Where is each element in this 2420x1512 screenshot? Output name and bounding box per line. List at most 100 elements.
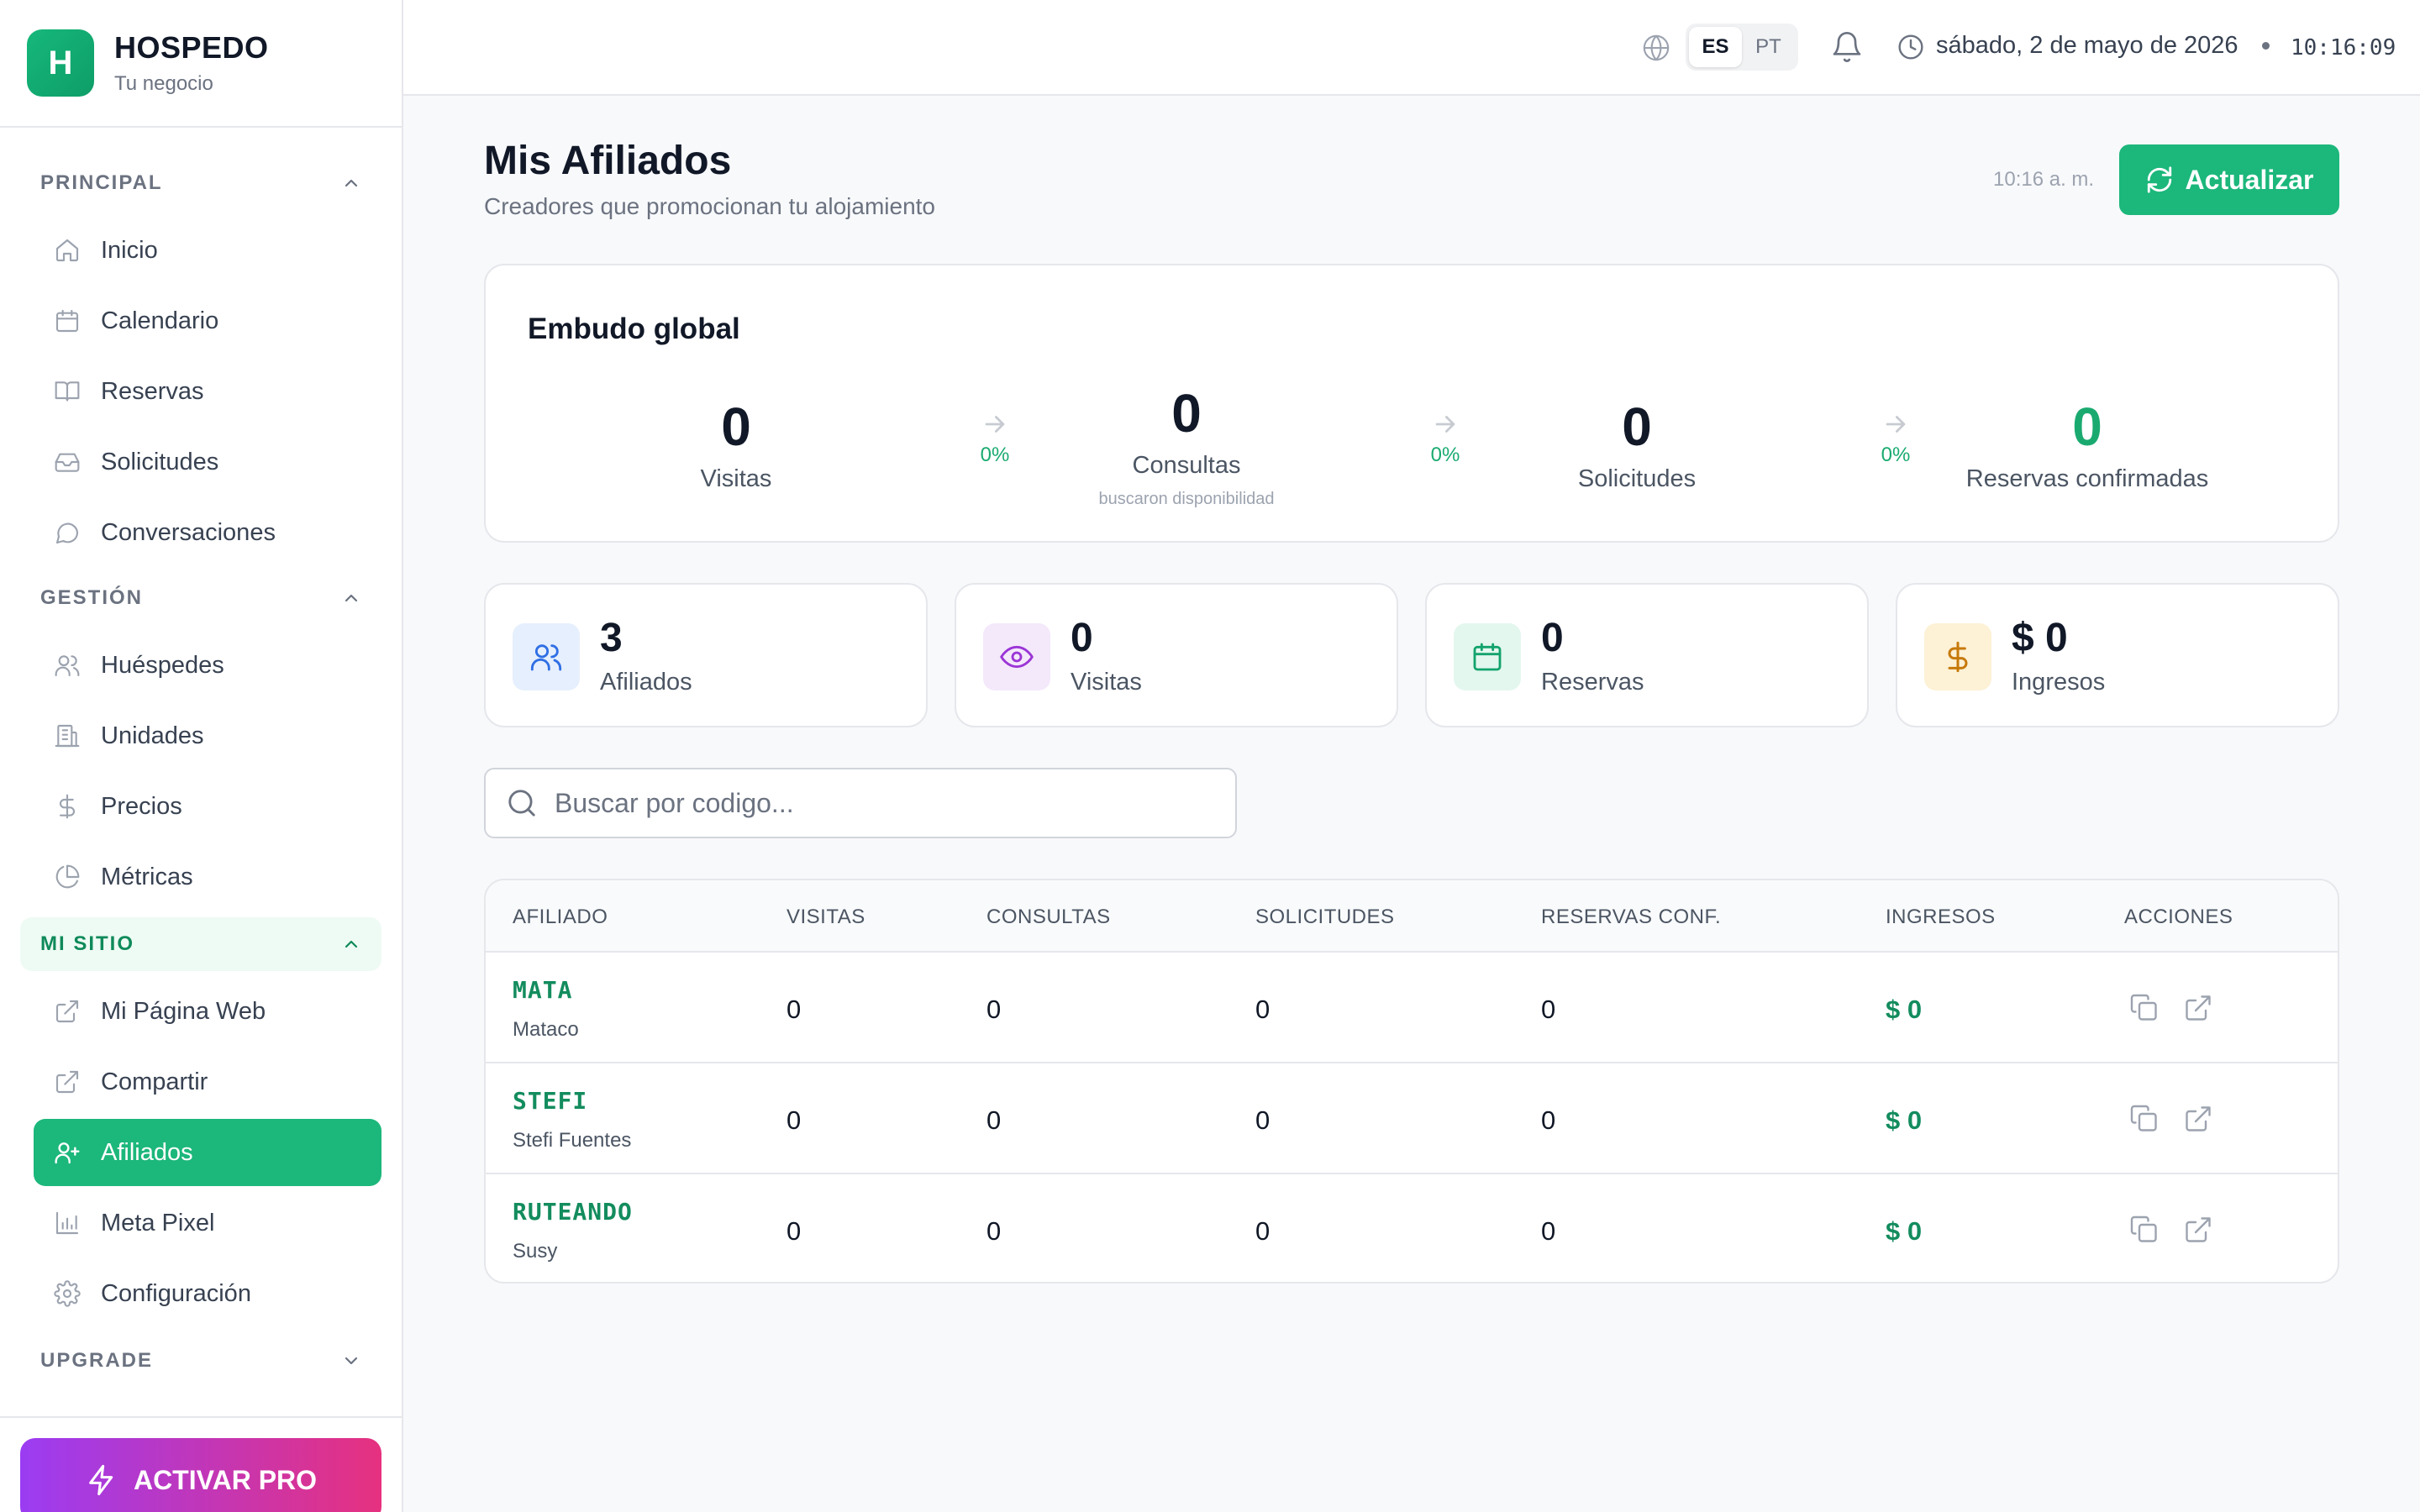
sidebar-item-precios[interactable]: Precios <box>34 773 381 840</box>
refresh-button[interactable]: Actualizar <box>2119 144 2339 215</box>
stat-card-ingresos: $ 0 Ingresos <box>1896 583 2339 727</box>
section-upgrade[interactable]: UPGRADE <box>20 1334 381 1388</box>
bell-icon[interactable] <box>1830 30 1864 64</box>
arrow-right-icon <box>985 416 1005 433</box>
cell-ingresos: $ 0 <box>1886 1105 1923 1135</box>
globe-icon <box>1643 34 1670 61</box>
sidebar-item-conversaciones[interactable]: Conversaciones <box>34 499 381 566</box>
sidebar-item-huespedes[interactable]: Huéspedes <box>34 632 381 699</box>
funnel-stage-visitas: 0 Visitas <box>568 400 904 493</box>
sidebar: H HOSPEDO Tu negocio PRINCIPAL Inicio Ca… <box>0 0 403 1512</box>
stat-icon-box <box>513 623 580 690</box>
cell-visitas: 0 <box>786 1216 802 1246</box>
external-link-icon[interactable] <box>2183 993 2213 1023</box>
section-gestion[interactable]: GESTIÓN <box>20 571 381 625</box>
share-icon <box>55 1070 79 1094</box>
brand-logo: H <box>27 29 94 97</box>
activate-pro-label: ACTIVAR PRO <box>133 1464 318 1495</box>
column-header: RESERVAS CONF. <box>1541 906 1722 928</box>
dollar-icon <box>59 794 75 819</box>
eye-icon <box>1000 645 1034 669</box>
lightning-icon <box>89 1464 113 1496</box>
search-input[interactable] <box>555 787 1210 819</box>
sidebar-item-compartir[interactable]: Compartir <box>34 1048 381 1116</box>
cell-ingresos: $ 0 <box>1886 995 1923 1024</box>
section-principal[interactable]: PRINCIPAL <box>20 156 381 210</box>
topbar: ES PT sábado, 2 de mayo de 2026 10:16:09 <box>403 0 2420 96</box>
stat-value: 0 <box>1541 616 1564 660</box>
cell-visitas: 0 <box>786 1105 802 1135</box>
copy-icon[interactable] <box>2129 993 2160 1023</box>
affiliate-code[interactable]: STEFI <box>513 1087 587 1115</box>
language-pt-button[interactable]: PT <box>1742 27 1795 67</box>
sidebar-item-metricas[interactable]: Métricas <box>34 843 381 911</box>
gear-icon <box>54 1280 81 1307</box>
affiliate-code[interactable]: MATA <box>513 976 572 1004</box>
stat-label: Afiliados <box>600 669 692 696</box>
sidebar-item-label: Métricas <box>101 863 193 890</box>
sidebar-item-afiliados[interactable]: Afiliados <box>34 1119 381 1186</box>
funnel-value: 0 <box>1622 396 1652 457</box>
cell-solicitudes: 0 <box>1255 995 1270 1024</box>
funnel-label: Visitas <box>700 465 772 492</box>
cell-consultas: 0 <box>986 995 1002 1024</box>
external-link-icon[interactable] <box>2183 1104 2213 1134</box>
sidebar-item-label: Mi Página Web <box>101 997 266 1025</box>
sidebar-item-mi-pagina-web[interactable]: Mi Página Web <box>34 978 381 1045</box>
brand-tagline: Tu negocio <box>114 72 213 95</box>
funnel-label: Reservas confirmadas <box>1965 465 2209 492</box>
user-plus-icon <box>55 1142 80 1164</box>
chevron-down-icon <box>345 1357 358 1365</box>
section-label: PRINCIPAL <box>40 171 163 194</box>
funnel-hint: buscaron disponibilidad <box>1098 490 1275 508</box>
sidebar-item-configuracion[interactable]: Configuración <box>34 1260 381 1327</box>
affiliate-code[interactable]: RUTEANDO <box>513 1198 633 1226</box>
copy-icon[interactable] <box>2129 1215 2160 1245</box>
calendar-icon <box>1473 643 1502 671</box>
chat-icon <box>55 522 79 544</box>
sidebar-item-meta-pixel[interactable]: Meta Pixel <box>34 1189 381 1257</box>
sidebar-item-reservas[interactable]: Reservas <box>34 358 381 425</box>
current-time: 10:16:09 <box>2291 35 2396 60</box>
activate-pro-button[interactable]: ACTIVAR PRO <box>20 1438 381 1512</box>
sidebar-item-label: Conversaciones <box>101 518 276 546</box>
table-row: MATA Mataco 0 0 0 0 $ 0 <box>486 951 2338 1062</box>
sidebar-item-calendario[interactable]: Calendario <box>34 287 381 354</box>
section-mi-sitio[interactable]: MI SITIO <box>20 917 381 971</box>
stat-card-visitas: 0 Visitas <box>955 583 1398 727</box>
column-header: INGRESOS <box>1886 906 1996 928</box>
search-box <box>484 768 1237 838</box>
dollar-icon <box>1948 641 1968 673</box>
sidebar-item-label: Inicio <box>101 236 158 264</box>
column-header: CONSULTAS <box>986 906 1111 928</box>
users-icon <box>55 655 80 677</box>
separator-dot <box>2262 42 2270 50</box>
refresh-icon <box>2147 166 2171 193</box>
column-header: ACCIONES <box>2124 906 2233 928</box>
funnel-label: Consultas <box>1132 452 1241 479</box>
table-row: STEFI Stefi Fuentes 0 0 0 0 $ 0 <box>486 1062 2338 1173</box>
section-label: UPGRADE <box>40 1349 154 1372</box>
table-row: RUTEANDO Susy 0 0 0 0 $ 0 <box>486 1173 2338 1282</box>
brand[interactable]: H HOSPEDO Tu negocio <box>0 0 402 128</box>
sidebar-item-inicio[interactable]: Inicio <box>34 217 381 284</box>
users-icon <box>530 644 562 671</box>
stat-value: 0 <box>1071 616 1093 660</box>
table-header: AFILIADO VISITAS CONSULTAS SOLICITUDES R… <box>486 880 2338 951</box>
external-link-icon[interactable] <box>2183 1215 2213 1245</box>
affiliate-name: Stefi Fuentes <box>513 1129 632 1152</box>
stat-icon-box <box>1924 623 1991 690</box>
language-es-button[interactable]: ES <box>1689 27 1742 67</box>
sidebar-item-unidades[interactable]: Unidades <box>34 702 381 769</box>
column-header: SOLICITUDES <box>1255 906 1395 928</box>
cell-reservas: 0 <box>1541 1216 1556 1246</box>
column-header: AFILIADO <box>513 906 608 928</box>
copy-icon[interactable] <box>2129 1104 2160 1134</box>
inbox-icon <box>55 453 80 472</box>
cell-reservas: 0 <box>1541 1105 1556 1135</box>
chevron-up-icon <box>345 940 358 948</box>
global-funnel-card: Embudo global 0 Visitas 0% 0 Consultas b… <box>484 264 2339 543</box>
cell-consultas: 0 <box>986 1105 1002 1135</box>
sidebar-item-solicitudes[interactable]: Solicitudes <box>34 428 381 496</box>
column-header: VISITAS <box>786 906 865 928</box>
